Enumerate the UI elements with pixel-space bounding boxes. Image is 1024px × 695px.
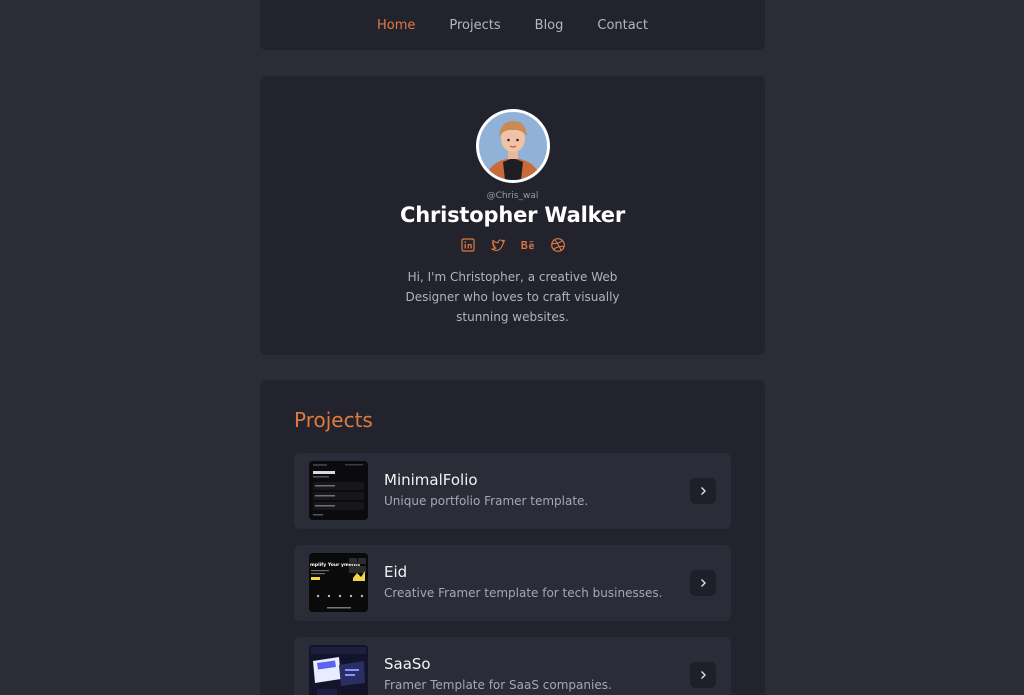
nav-home-link[interactable]: Home	[377, 18, 415, 33]
avatar	[475, 109, 550, 183]
project-title: SaaSo	[384, 655, 431, 673]
top-nav: Home Projects Blog Contact	[260, 0, 765, 50]
project-thumbnail: mplify Your yments	[309, 553, 368, 612]
chevron-right-icon	[701, 579, 706, 587]
project-title: MinimalFolio	[384, 471, 478, 489]
project-description: Framer Template for SaaS companies.	[384, 678, 612, 692]
dribbble-icon[interactable]	[550, 237, 566, 253]
profile-name: Christopher Walker	[400, 203, 625, 227]
open-project-button[interactable]	[690, 662, 716, 688]
project-title: Eid	[384, 563, 408, 581]
open-project-button[interactable]	[690, 570, 716, 596]
twitter-icon[interactable]	[490, 237, 506, 253]
chevron-right-icon	[701, 671, 706, 679]
page: Home Projects Blog Contact @Chris_wal Ch…	[0, 0, 1024, 695]
open-project-button[interactable]	[690, 478, 716, 504]
profile-card: @Chris_wal Christopher Walker Hi, I'm Ch…	[260, 76, 765, 355]
project-description: Creative Framer template for tech busine…	[384, 586, 663, 600]
linkedin-icon[interactable]	[460, 237, 476, 253]
project-card-minimalfolio[interactable]: MinimalFolio Unique portfolio Framer tem…	[294, 453, 731, 529]
profile-bio: Hi, I'm Christopher, a creative Web Desi…	[405, 270, 620, 324]
chevron-right-icon	[701, 487, 706, 495]
avatar-illustration	[478, 112, 547, 180]
project-thumbnail	[309, 461, 368, 520]
project-card-eid[interactable]: mplify Your yments Eid Creative Framer t…	[294, 545, 731, 621]
nav-blog-link[interactable]: Blog	[535, 18, 564, 33]
projects-section: Projects MinimalFolio Unique portfolio F…	[260, 380, 765, 695]
social-links	[460, 237, 566, 253]
nav-projects-link[interactable]: Projects	[449, 18, 500, 33]
projects-heading: Projects	[294, 408, 373, 432]
project-card-saaso[interactable]: SaaSo Framer Template for SaaS companies…	[294, 637, 731, 695]
project-thumbnail	[309, 645, 368, 695]
profile-handle: @Chris_wal	[486, 191, 539, 201]
project-description: Unique portfolio Framer template.	[384, 494, 589, 508]
nav-contact-link[interactable]: Contact	[597, 18, 648, 33]
behance-icon[interactable]	[520, 237, 536, 253]
